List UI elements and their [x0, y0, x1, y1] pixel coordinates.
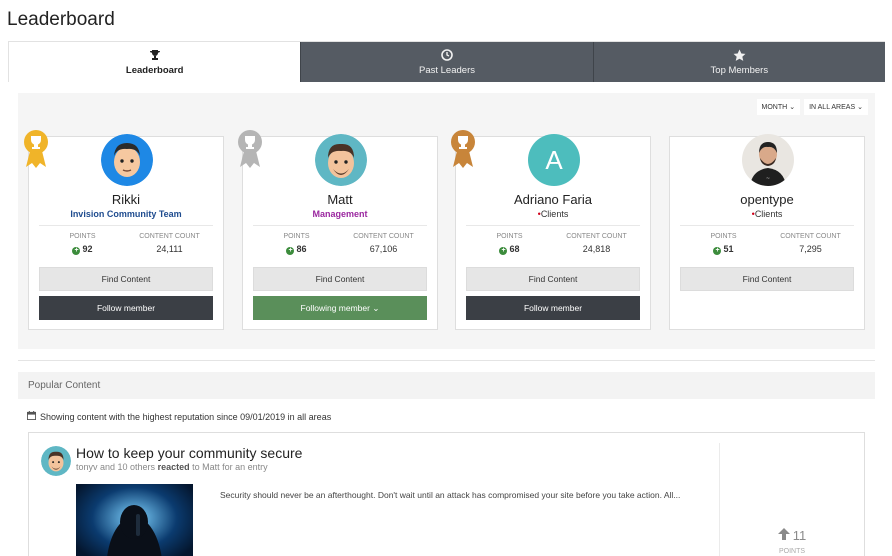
entry-excerpt: Security should never be an afterthought… [220, 490, 681, 500]
member-name[interactable]: opentype [670, 192, 864, 207]
member-stats: POINTS +92 CONTENT COUNT 24,111 [39, 225, 213, 255]
plus-icon: + [713, 247, 722, 255]
section-divider [18, 360, 875, 361]
reputation-points: 11 [720, 528, 864, 543]
points-label: POINTS [496, 233, 523, 240]
svg-text:~: ~ [766, 176, 770, 182]
points-value: +51 [680, 244, 767, 255]
points-label: POINTS [710, 233, 737, 240]
member-name[interactable]: Adriano Faria [456, 192, 650, 207]
follow-member-button[interactable]: Follow member [39, 296, 213, 320]
page-title: Leaderboard [7, 9, 115, 30]
content-count-label: CONTENT COUNT [139, 233, 200, 240]
entry-thumbnail[interactable] [76, 484, 193, 556]
find-content-button[interactable]: Find Content [680, 267, 854, 291]
find-content-button[interactable]: Find Content [466, 267, 640, 291]
member-group: Management [312, 209, 368, 219]
avatar[interactable]: ~ [742, 134, 794, 186]
tab-past-leaders[interactable]: Past Leaders [300, 42, 593, 82]
following-member-label: Following member [300, 303, 370, 313]
popular-entry: How to keep your community secure tonyv … [28, 432, 865, 556]
chevron-down-icon: ⌄ [789, 104, 796, 111]
content-count-label: CONTENT COUNT [353, 233, 414, 240]
reputation-points-value: 11 [792, 528, 807, 543]
points-value: +86 [253, 244, 340, 255]
points-number: 86 [296, 244, 307, 254]
leader-card-4: ~ opentype •Clients POINTS +51 CONTENT CO… [669, 134, 865, 330]
clock-icon [440, 48, 454, 62]
reaction-action: reacted [157, 462, 190, 472]
points-label: POINTS [69, 233, 96, 240]
tab-label: Leaderboard [125, 65, 184, 76]
reaction-target: to Matt for an entry [192, 462, 268, 472]
member-group-label: Clients [540, 209, 569, 219]
member-group-label: Clients [754, 209, 783, 219]
popular-content-heading: Popular Content [18, 372, 875, 399]
avatar[interactable] [101, 134, 153, 186]
follow-member-button[interactable]: Follow member [466, 296, 640, 320]
points-number: 92 [82, 244, 93, 254]
calendar-icon [27, 411, 36, 422]
entry-title[interactable]: How to keep your community secure [76, 445, 302, 461]
period-filter[interactable]: MONTH ⌄ [756, 99, 801, 115]
avatar[interactable]: A [528, 134, 580, 186]
find-content-button[interactable]: Find Content [39, 267, 213, 291]
points-value: +92 [39, 244, 126, 255]
plus-icon: + [286, 247, 295, 255]
plus-icon: + [499, 247, 508, 255]
content-count-value: 24,818 [582, 244, 611, 254]
member-group: Invision Community Team [70, 209, 182, 219]
tab-label: Top Members [710, 65, 769, 76]
member-name[interactable]: Matt [243, 192, 437, 207]
points-label: POINTS [283, 233, 310, 240]
silver-award-icon [238, 130, 262, 168]
entry-meta: tonyv and 10 others reacted to Matt for … [76, 462, 268, 472]
tab-top-members[interactable]: Top Members [592, 42, 885, 82]
area-filter[interactable]: IN ALL AREAS ⌄ [804, 99, 868, 115]
avatar[interactable] [41, 446, 71, 476]
member-group: •Clients [670, 209, 864, 219]
area-filter-label: IN ALL AREAS [809, 103, 856, 111]
period-filter-label: MONTH [761, 103, 788, 111]
leader-card-2: Matt Management POINTS +86 CONTENT COUNT 6… [238, 130, 438, 330]
member-name[interactable]: Rikki [29, 192, 223, 207]
content-count-value: 7,295 [799, 244, 822, 254]
following-member-button[interactable]: Following member ⌄ [253, 296, 427, 320]
content-count-label: CONTENT COUNT [566, 233, 627, 240]
chevron-down-icon: ⌄ [857, 104, 863, 111]
member-stats: POINTS +86 CONTENT COUNT 67,106 [253, 225, 427, 255]
points-value: +68 [466, 244, 553, 255]
member-stats: POINTS +68 CONTENT COUNT 24,818 [466, 225, 640, 255]
avatar[interactable] [315, 134, 367, 186]
content-count-label: CONTENT COUNT [780, 233, 841, 240]
star-icon [732, 48, 746, 62]
arrow-up-icon [777, 528, 790, 543]
content-count-value: 67,106 [369, 244, 398, 254]
content-count-value: 24,111 [156, 244, 183, 254]
tab-leaderboard[interactable]: Leaderboard [8, 42, 301, 82]
reputation-points-label: POINTS [778, 548, 806, 555]
points-number: 51 [723, 244, 734, 254]
filters: MONTH ⌄ IN ALL AREAS ⌄ [756, 99, 868, 115]
leader-card-1: Rikki Invision Community Team POINTS +92 … [24, 130, 224, 330]
reactors-link[interactable]: tonyv and 10 others [76, 462, 155, 472]
leaders-panel: MONTH ⌄ IN ALL AREAS ⌄ Rikki Invision Comm… [18, 93, 875, 349]
chevron-down-icon: ⌄ [372, 302, 380, 313]
tab-label: Past Leaders [419, 65, 475, 76]
entry-reputation: 11 POINTS [719, 443, 864, 556]
member-group: •Clients [456, 209, 650, 219]
points-number: 68 [509, 244, 520, 254]
leader-card-3: A Adriano Faria •Clients POINTS +68 CONTE… [451, 130, 651, 330]
trophy-icon [148, 48, 162, 62]
plus-icon: + [72, 247, 81, 255]
gold-award-icon [24, 130, 48, 168]
member-stats: POINTS +51 CONTENT COUNT 7,295 [680, 225, 854, 255]
bronze-award-icon [451, 130, 475, 168]
popular-content-info-text: Showing content with the highest reputat… [40, 411, 332, 422]
popular-content-info: Showing content with the highest reputat… [27, 411, 331, 422]
leaderboard-tabs: Leaderboard Past Leaders Top Members [8, 41, 885, 82]
find-content-button[interactable]: Find Content [253, 267, 427, 291]
